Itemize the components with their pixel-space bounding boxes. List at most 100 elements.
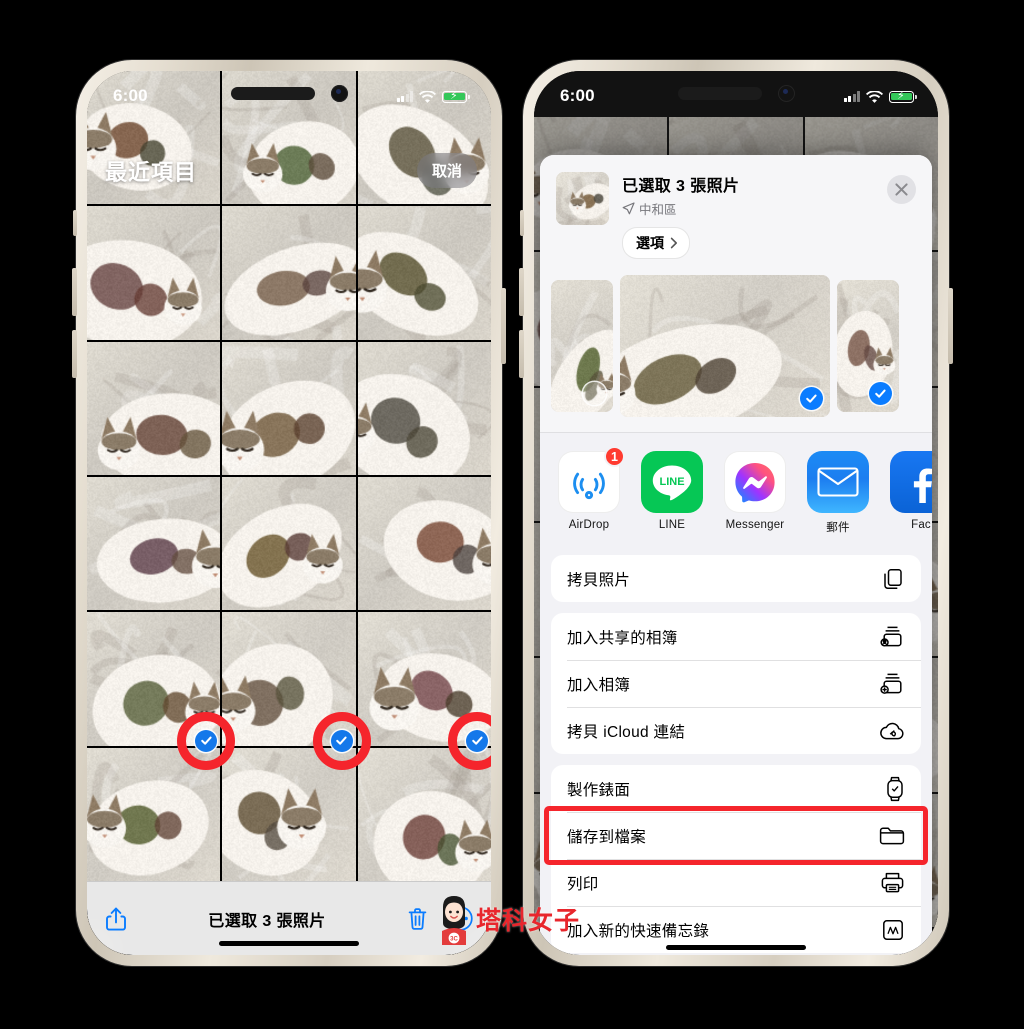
airdrop-icon[interactable]: 1	[558, 446, 625, 513]
share-action-label: 拷貝 iCloud 連結	[567, 723, 686, 741]
share-action-group: 拷貝照片	[551, 555, 921, 602]
share-action-label: 列印	[567, 875, 599, 893]
photo-thumbnail[interactable]	[222, 206, 356, 340]
share-action-label: 儲存到檔案	[567, 828, 647, 846]
messenger-icon[interactable]	[724, 451, 786, 513]
album-title: 最近項目	[105, 160, 198, 185]
share-preview-thumbnail	[556, 172, 609, 225]
photo-thumbnail[interactable]	[357, 341, 491, 475]
share-app-mail[interactable]: 郵件	[807, 451, 869, 535]
photo-thumbnail[interactable]	[222, 476, 356, 611]
mail-icon[interactable]	[807, 451, 869, 513]
right-phone-frame: 已選取 3 張照片 中和區 選項 1 AirDrop LINE LINE Mes…	[519, 60, 953, 966]
home-indicator[interactable]	[219, 941, 359, 946]
home-indicator-right[interactable]	[666, 945, 806, 950]
folder-icon	[879, 825, 905, 846]
copy-photos-icon	[881, 567, 905, 591]
photo-thumbnail[interactable]	[222, 71, 356, 205]
annotation-highlight-ring	[312, 711, 371, 770]
share-action-row[interactable]: 拷貝照片	[551, 555, 921, 602]
share-action-label: 加入共享的相簿	[567, 629, 678, 647]
share-app-label: LINE	[658, 519, 686, 531]
share-app-label: 郵件	[826, 522, 850, 534]
preview-checked-icon[interactable]	[800, 387, 823, 410]
selected-photos-strip[interactable]	[540, 274, 932, 432]
watch-face-icon	[885, 776, 905, 802]
share-action-row[interactable]: 列印	[551, 859, 921, 906]
share-app-airdrop[interactable]: 1 AirDrop	[558, 446, 625, 535]
trash-icon[interactable]	[407, 907, 428, 931]
chevron-right-icon	[670, 237, 677, 249]
right-phone-screen: 已選取 3 張照片 中和區 選項 1 AirDrop LINE LINE Mes…	[534, 71, 938, 955]
location-arrow-icon	[622, 202, 635, 215]
photo-thumbnail[interactable]	[87, 341, 221, 475]
left-phone-frame: 最近項目 取消 已選取 3 張照片 6:00 ⚡	[72, 60, 506, 966]
power-button[interactable]	[501, 288, 506, 364]
share-app-messenger[interactable]: Messenger	[724, 451, 786, 535]
left-phone-screen: 最近項目 取消 已選取 3 張照片 6:00 ⚡	[87, 71, 491, 955]
share-action-label: 加入相簿	[567, 676, 631, 694]
share-apps-row[interactable]: 1 AirDrop LINE LINE Messenger 郵件 Fac	[540, 432, 932, 551]
close-icon[interactable]	[887, 175, 916, 204]
annotation-highlight-ring	[177, 711, 236, 770]
photo-thumbnail[interactable]	[87, 206, 221, 340]
volume-up-button[interactable]	[72, 268, 77, 316]
options-button[interactable]: 選項	[622, 227, 690, 259]
share-action-row[interactable]: 加入共享的相簿	[551, 613, 921, 660]
options-label: 選項	[636, 235, 664, 251]
selected-photo-preview[interactable]	[551, 280, 613, 412]
printer-icon	[880, 871, 905, 894]
photo-thumbnail[interactable]	[222, 341, 356, 475]
photo-grid[interactable]	[87, 71, 491, 881]
share-action-group: 製作錶面儲存到檔案列印加入新的快速備忘錄	[551, 765, 921, 953]
share-actions-list[interactable]: 拷貝照片 加入共享的相簿 加入相簿 拷貝 iCloud 連結 製作錶面 儲存到檔案 列印 加入…	[540, 551, 932, 953]
volume-up-button-right[interactable]	[519, 268, 524, 316]
selection-status-label: 已選取 3 張照片	[208, 912, 326, 930]
screenshot-canvas: 最近項目 取消 已選取 3 張照片 6:00 ⚡ 已選取 3 張照片 中和區 選…	[0, 0, 1024, 1029]
share-app-label: Messenger	[725, 519, 785, 531]
mute-switch-right[interactable]	[520, 210, 524, 236]
watermark: 3C 塔科女子	[434, 893, 580, 945]
share-app-label: AirDrop	[568, 519, 610, 531]
watermark-text: 塔科女子	[476, 907, 581, 935]
share-action-row[interactable]: 製作錶面	[551, 765, 921, 812]
share-app-line[interactable]: LINE LINE	[641, 451, 703, 535]
mute-switch[interactable]	[73, 210, 77, 236]
share-app-label: Fac	[911, 519, 931, 531]
volume-down-button[interactable]	[72, 330, 77, 378]
share-icon[interactable]	[105, 906, 127, 932]
share-sheet-header: 已選取 3 張照片 中和區 選項	[540, 155, 932, 274]
quick-note-icon	[881, 918, 905, 942]
share-action-row[interactable]: 加入相簿	[551, 660, 921, 707]
photo-thumbnail[interactable]	[87, 476, 221, 611]
location-label: 中和區	[639, 203, 677, 217]
photos-app: 最近項目 取消 已選取 3 張照片	[87, 71, 491, 955]
preview-checked-icon[interactable]	[869, 382, 892, 405]
photo-thumbnail[interactable]	[357, 206, 491, 340]
share-sheet-subtitle: 中和區	[622, 199, 874, 218]
preview-unchecked-icon[interactable]	[583, 382, 606, 405]
selected-photo-preview[interactable]	[620, 275, 830, 417]
share-sheet-title: 已選取 3 張照片	[622, 178, 740, 195]
icloud-link-icon	[880, 721, 905, 741]
share-app-facebook[interactable]: Fac	[890, 451, 932, 535]
volume-down-button-right[interactable]	[519, 330, 524, 378]
selected-photo-preview[interactable]	[837, 280, 899, 412]
share-sheet: 已選取 3 張照片 中和區 選項 1 AirDrop LINE LINE Mes…	[540, 155, 932, 955]
share-action-group: 加入共享的相簿 加入相簿拷貝 iCloud 連結	[551, 613, 921, 754]
line-icon[interactable]: LINE	[641, 451, 703, 513]
svg-text:3C: 3C	[450, 937, 458, 943]
svg-text:LINE: LINE	[659, 476, 684, 488]
share-action-label: 製作錶面	[567, 781, 631, 799]
cancel-button[interactable]: 取消	[416, 153, 477, 188]
share-action-label: 拷貝照片	[567, 571, 631, 589]
photo-thumbnail[interactable]	[357, 476, 491, 611]
facebook-icon[interactable]	[890, 451, 932, 513]
share-action-row[interactable]: 儲存到檔案	[551, 812, 921, 859]
share-action-row[interactable]: 拷貝 iCloud 連結	[551, 707, 921, 754]
mascot-avatar: 3C	[434, 893, 474, 945]
power-button-right[interactable]	[948, 288, 953, 364]
shared-album-icon	[880, 625, 905, 648]
share-action-label: 加入新的快速備忘錄	[567, 922, 710, 940]
notification-badge: 1	[604, 446, 625, 467]
